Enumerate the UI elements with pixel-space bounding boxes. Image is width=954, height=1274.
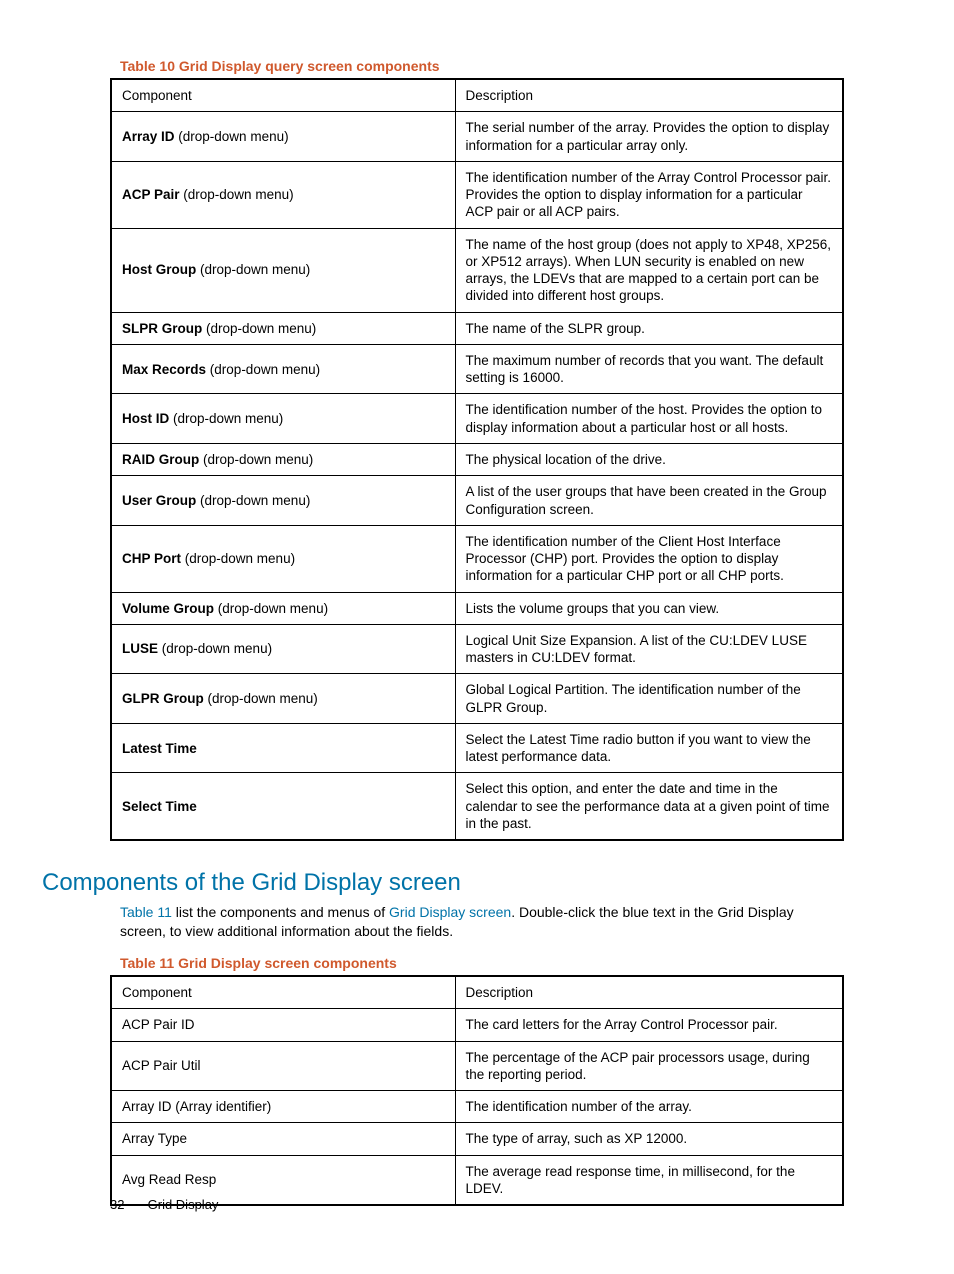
component-name: RAID Group bbox=[122, 452, 199, 467]
para-text: list the components and menus of bbox=[172, 904, 389, 920]
component-note: (drop-down menu) bbox=[181, 551, 295, 566]
component-desc: A list of the user groups that have been… bbox=[455, 476, 843, 526]
component-desc: Select the Latest Time radio button if y… bbox=[455, 723, 843, 773]
component-name: Array ID (Array identifier) bbox=[111, 1091, 455, 1123]
table10-header-component: Component bbox=[111, 79, 455, 112]
table-header-row: Component Description bbox=[111, 976, 843, 1009]
component-name: GLPR Group bbox=[122, 691, 204, 706]
table-row: Host ID (drop-down menu) The identificati… bbox=[111, 394, 843, 444]
component-name: User Group bbox=[122, 493, 196, 508]
component-name: Host Group bbox=[122, 262, 196, 277]
component-note: (drop-down menu) bbox=[206, 362, 320, 377]
table-row: Host Group (drop-down menu) The name of t… bbox=[111, 228, 843, 312]
component-name: LUSE bbox=[122, 641, 158, 656]
component-desc: The average read response time, in milli… bbox=[455, 1155, 843, 1205]
component-desc: The name of the SLPR group. bbox=[455, 312, 843, 344]
component-name: Max Records bbox=[122, 362, 206, 377]
component-name: Select Time bbox=[122, 799, 197, 814]
component-note: (drop-down menu) bbox=[169, 411, 283, 426]
table-row: Array TypeThe type of array, such as XP … bbox=[111, 1123, 843, 1155]
table10-header-description: Description bbox=[455, 79, 843, 112]
component-desc: The card letters for the Array Control P… bbox=[455, 1009, 843, 1041]
component-desc: Lists the volume groups that you can vie… bbox=[455, 592, 843, 624]
component-desc: The maximum number of records that you w… bbox=[455, 344, 843, 394]
table-row: CHP Port (drop-down menu) The identificat… bbox=[111, 525, 843, 592]
component-note: (drop-down menu) bbox=[204, 691, 318, 706]
component-desc: The percentage of the ACP pair processor… bbox=[455, 1041, 843, 1091]
section-paragraph: Table 11 list the components and menus o… bbox=[120, 903, 844, 941]
table-row: RAID Group (drop-down menu) The physical … bbox=[111, 443, 843, 475]
table11-caption: Table 11 Grid Display screen components bbox=[120, 955, 844, 971]
component-desc: Logical Unit Size Expansion. A list of t… bbox=[455, 624, 843, 674]
component-desc: Global Logical Partition. The identifica… bbox=[455, 674, 843, 724]
component-name: ACP Pair bbox=[122, 187, 180, 202]
component-name: ACP Pair ID bbox=[111, 1009, 455, 1041]
table11-header-description: Description bbox=[455, 976, 843, 1009]
component-note: (drop-down menu) bbox=[180, 187, 294, 202]
table11: Component Description ACP Pair IDThe car… bbox=[110, 975, 844, 1206]
table-row: Max Records (drop-down menu) The maximum … bbox=[111, 344, 843, 394]
link-table11[interactable]: Table 11 bbox=[120, 904, 172, 920]
component-name: Host ID bbox=[122, 411, 169, 426]
table-row: Array ID (drop-down menu) The serial numb… bbox=[111, 112, 843, 162]
component-name: CHP Port bbox=[122, 551, 181, 566]
section-heading: Components of the Grid Display screen bbox=[42, 869, 844, 897]
component-desc: The type of array, such as XP 12000. bbox=[455, 1123, 843, 1155]
page-number: 32 bbox=[110, 1197, 144, 1212]
component-note: (drop-down menu) bbox=[158, 641, 272, 656]
table10: Component Description Array ID (drop-dow… bbox=[110, 78, 844, 841]
component-note: (drop-down menu) bbox=[202, 321, 316, 336]
table-row: User Group (drop-down menu) A list of the… bbox=[111, 476, 843, 526]
table11-header-component: Component bbox=[111, 976, 455, 1009]
component-name: Volume Group bbox=[122, 601, 214, 616]
table10-caption: Table 10 Grid Display query screen compo… bbox=[120, 58, 844, 74]
table-row: ACP Pair UtilThe percentage of the ACP p… bbox=[111, 1041, 843, 1091]
component-note: (drop-down menu) bbox=[196, 493, 310, 508]
table-row: Volume Group (drop-down menu) Lists the v… bbox=[111, 592, 843, 624]
table-row: Avg Read RespThe average read response t… bbox=[111, 1155, 843, 1205]
page-footer: 32 Grid Display bbox=[110, 1197, 218, 1212]
component-name: Latest Time bbox=[122, 741, 197, 756]
component-name: SLPR Group bbox=[122, 321, 202, 336]
component-desc: The identification number of the Client … bbox=[455, 525, 843, 592]
table-row: Latest Time Select the Latest Time radio … bbox=[111, 723, 843, 773]
component-desc: The serial number of the array. Provides… bbox=[455, 112, 843, 162]
component-name: ACP Pair Util bbox=[111, 1041, 455, 1091]
table-row: SLPR Group (drop-down menu) The name of t… bbox=[111, 312, 843, 344]
component-desc: The identification number of the host. P… bbox=[455, 394, 843, 444]
footer-title: Grid Display bbox=[148, 1197, 219, 1212]
component-desc: The identification number of the array. bbox=[455, 1091, 843, 1123]
component-note: (drop-down menu) bbox=[196, 262, 310, 277]
component-desc: Select this option, and enter the date a… bbox=[455, 773, 843, 840]
table-row: ACP Pair IDThe card letters for the Arra… bbox=[111, 1009, 843, 1041]
link-grid-display-screen[interactable]: Grid Display screen bbox=[389, 904, 511, 920]
component-note: (drop-down menu) bbox=[175, 129, 289, 144]
component-name: Array ID bbox=[122, 129, 175, 144]
table-header-row: Component Description bbox=[111, 79, 843, 112]
component-desc: The name of the host group (does not app… bbox=[455, 228, 843, 312]
component-note: (drop-down menu) bbox=[199, 452, 313, 467]
table-row: LUSE (drop-down menu) Logical Unit Size E… bbox=[111, 624, 843, 674]
component-desc: The identification number of the Array C… bbox=[455, 161, 843, 228]
component-name: Array Type bbox=[111, 1123, 455, 1155]
table-row: Array ID (Array identifier)The identific… bbox=[111, 1091, 843, 1123]
table-row: GLPR Group (drop-down menu) Global Logica… bbox=[111, 674, 843, 724]
component-note: (drop-down menu) bbox=[214, 601, 328, 616]
table-row: Select Time Select this option, and enter… bbox=[111, 773, 843, 840]
component-desc: The physical location of the drive. bbox=[455, 443, 843, 475]
table-row: ACP Pair (drop-down menu) The identificat… bbox=[111, 161, 843, 228]
